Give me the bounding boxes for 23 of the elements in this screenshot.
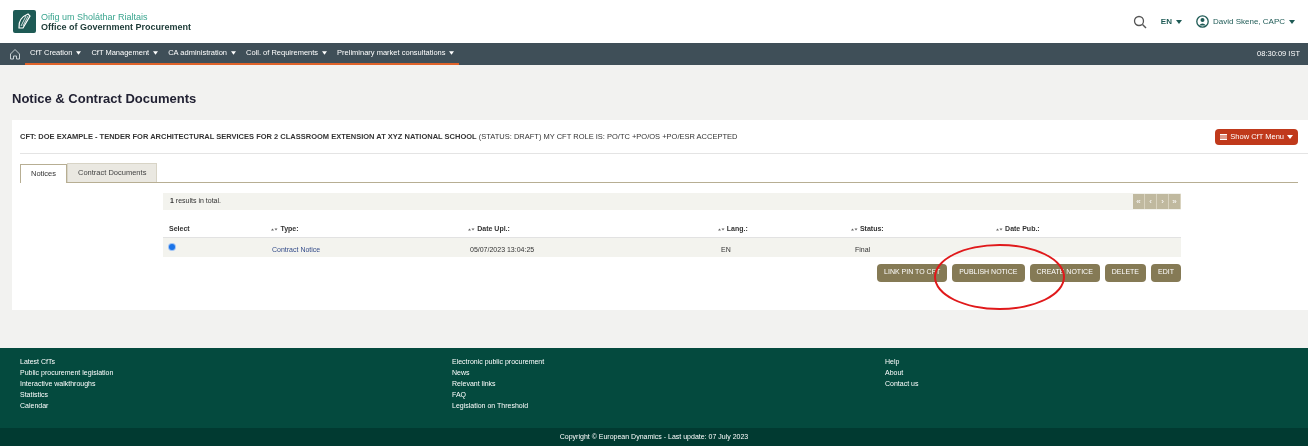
user-menu[interactable]: David Skene, CAPC: [1212, 15, 1295, 28]
logo-text: Office of Government Procurement: [41, 21, 192, 32]
caret-icon: [1175, 19, 1182, 24]
caret-icon: [231, 51, 236, 55]
sort-icon[interactable]: [996, 226, 1004, 232]
logo-icon: [13, 10, 36, 33]
caret-icon: [322, 51, 328, 55]
caret-icon: [153, 51, 159, 55]
caret-icon: [1289, 19, 1295, 24]
caret-icon: [76, 51, 82, 55]
language-dropdown[interactable]: EN: [1160, 15, 1182, 28]
caret-icon: [449, 51, 455, 55]
caret-icon: [1287, 134, 1293, 139]
search-icon[interactable]: [1132, 14, 1147, 29]
sort-icon[interactable]: [468, 226, 476, 232]
menu-icon: [1220, 133, 1228, 140]
logo-text: Oifig um Sholáthar Rialtais: [41, 11, 149, 22]
sort-icon[interactable]: [271, 226, 279, 232]
sort-icon[interactable]: [850, 226, 858, 232]
sort-icon[interactable]: [717, 226, 725, 232]
page-title: Notice & Contract Documents: [12, 90, 198, 108]
radio-button[interactable]: [169, 244, 175, 250]
user-icon[interactable]: [1195, 15, 1209, 28]
